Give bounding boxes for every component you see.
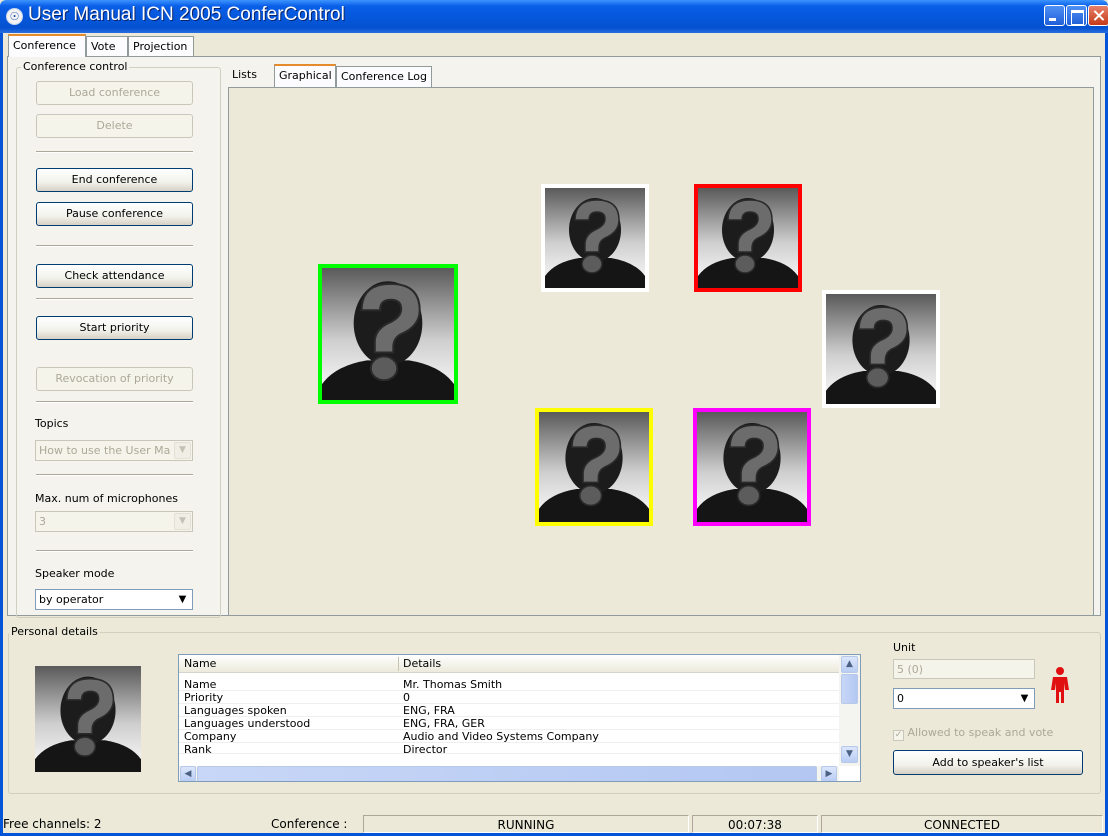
column-header-details[interactable]: Details xyxy=(403,657,441,670)
conference-control-group: Conference control xyxy=(16,60,221,618)
table-row[interactable]: Priority 0 xyxy=(179,692,839,704)
table-header: Name Details xyxy=(179,655,839,673)
table-row[interactable]: Rank Director xyxy=(179,744,839,754)
add-to-speakers-list-button[interactable]: Add to speaker's list xyxy=(893,750,1083,775)
seat-yellow[interactable] xyxy=(535,408,653,526)
separator xyxy=(36,401,193,403)
tab-graphical[interactable]: Graphical xyxy=(274,64,336,87)
app-icon: ☉ xyxy=(6,8,23,25)
title-bar: ☉ User Manual ICN 2005 ConferControl xyxy=(0,0,1108,33)
tab-conference-log[interactable]: Conference Log xyxy=(336,66,432,87)
speaker-mode-select[interactable]: by operator ▼ xyxy=(35,589,193,610)
conference-state: RUNNING xyxy=(363,815,689,833)
unknown-person-icon xyxy=(33,666,143,772)
seat-white-1[interactable] xyxy=(541,184,649,292)
revocation-of-priority-button[interactable]: Revocation of priority xyxy=(36,367,193,391)
scroll-up-icon[interactable]: ▲ xyxy=(841,656,858,673)
check-attendance-button[interactable]: Check attendance xyxy=(36,264,193,288)
max-microphones-label: Max. num of microphones xyxy=(35,492,178,505)
unit-label: Unit xyxy=(893,641,916,654)
speaker-mode-value: by operator xyxy=(39,593,104,606)
unknown-person-icon xyxy=(826,294,936,404)
close-button[interactable] xyxy=(1088,5,1108,26)
separator xyxy=(36,298,193,300)
unknown-person-icon xyxy=(698,188,798,288)
checkbox-icon: ✓ xyxy=(893,730,904,741)
scroll-right-icon[interactable]: ▶ xyxy=(821,766,837,781)
scroll-thumb[interactable] xyxy=(841,674,858,704)
speaker-mode-label: Speaker mode xyxy=(35,567,115,580)
vertical-scrollbar[interactable]: ▲ ▼ xyxy=(839,655,860,766)
column-header-name[interactable]: Name xyxy=(184,657,216,670)
scroll-left-icon[interactable]: ◀ xyxy=(180,766,196,781)
delete-button[interactable]: Delete xyxy=(36,114,193,138)
personal-details-label: Personal details xyxy=(9,625,100,638)
window-title: User Manual ICN 2005 ConferControl xyxy=(28,4,345,25)
separator xyxy=(36,550,193,552)
tab-lists[interactable]: Lists xyxy=(228,64,272,85)
seat-green[interactable] xyxy=(318,264,458,404)
start-priority-button[interactable]: Start priority xyxy=(36,316,193,340)
table-row[interactable]: Name Mr. Thomas Smith xyxy=(179,679,839,691)
conference-control-label: Conference control xyxy=(21,60,130,73)
unknown-person-icon xyxy=(539,412,649,522)
minimize-button[interactable] xyxy=(1044,5,1065,26)
table-row[interactable]: Languages understood ENG, FRA, GER xyxy=(179,718,839,730)
seat-white-2[interactable] xyxy=(822,290,940,408)
unknown-person-icon xyxy=(697,412,807,522)
pause-conference-button[interactable]: Pause conference xyxy=(36,202,193,226)
table-row[interactable]: Languages spoken ENG, FRA xyxy=(179,705,839,717)
unit-select[interactable]: 0 ▼ xyxy=(893,688,1035,709)
chevron-down-icon: ▼ xyxy=(174,442,191,459)
conference-status-label: Conference : xyxy=(271,817,348,831)
status-bar: Free channels: 2 Conference : RUNNING 00… xyxy=(3,815,1105,833)
unknown-person-icon xyxy=(322,268,454,400)
allowed-checkbox[interactable]: ✓ Allowed to speak and vote xyxy=(893,726,1053,741)
tab-vote[interactable]: Vote xyxy=(86,36,128,56)
topics-label: Topics xyxy=(35,417,69,430)
allowed-label: Allowed to speak and vote xyxy=(907,726,1054,739)
person-photo xyxy=(33,666,143,772)
speaker-person-icon xyxy=(1051,667,1069,703)
tab-conference[interactable]: Conference xyxy=(8,34,86,57)
chevron-down-icon: ▼ xyxy=(174,513,191,530)
separator xyxy=(36,245,193,247)
max-microphones-select[interactable]: 3 ▼ xyxy=(35,511,193,532)
unit-field[interactable]: 5 (0) xyxy=(893,659,1035,679)
tab-projection[interactable]: Projection xyxy=(128,36,194,56)
connection-status: CONNECTED xyxy=(821,815,1103,833)
horizontal-scrollbar[interactable]: ◀ ▶ xyxy=(179,766,839,781)
unit-select-value: 0 xyxy=(897,692,904,705)
personal-details-table[interactable]: Name Details Name Mr. Thomas Smith Priori… xyxy=(178,654,861,782)
seat-red[interactable] xyxy=(694,184,802,292)
separator xyxy=(36,151,193,153)
max-microphones-value: 3 xyxy=(39,515,46,528)
maximize-button[interactable] xyxy=(1066,5,1087,26)
elapsed-time: 00:07:38 xyxy=(692,815,818,833)
end-conference-button[interactable]: End conference xyxy=(36,168,193,192)
topics-select[interactable]: How to use the User Man ▼ xyxy=(35,440,193,461)
scroll-down-icon[interactable]: ▼ xyxy=(841,746,858,763)
table-row[interactable]: Company Audio and Video Systems Company xyxy=(179,731,839,743)
load-conference-button[interactable]: Load conference xyxy=(36,81,193,105)
chevron-down-icon: ▼ xyxy=(174,591,191,608)
unknown-person-icon xyxy=(545,188,645,288)
chevron-down-icon: ▼ xyxy=(1016,690,1033,707)
seat-magenta[interactable] xyxy=(693,408,811,526)
free-channels-status: Free channels: 2 xyxy=(3,817,102,831)
separator xyxy=(36,474,193,476)
topics-value: How to use the User Man xyxy=(39,444,171,457)
scroll-thumb[interactable] xyxy=(197,766,817,781)
